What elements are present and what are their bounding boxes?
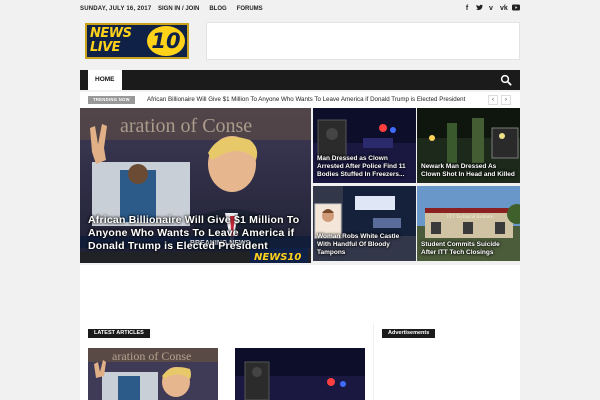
latest-articles-label: LATEST ARTICLES (88, 329, 150, 338)
sign-in-link[interactable]: SIGN IN / JOIN (158, 6, 199, 12)
latest-articles-section: LATEST ARTICLES aration of Conse (80, 323, 373, 400)
twitter-icon[interactable] (476, 4, 483, 15)
svg-text:aration of Conse: aration of Conse (120, 115, 252, 137)
header-ad-slot (206, 22, 520, 60)
ticker-next-icon[interactable]: › (501, 95, 511, 105)
ticker-prev-icon[interactable]: ‹ (488, 95, 498, 105)
tile-headline-3[interactable]: Woman Robs White Castle With Handful Of … (317, 233, 412, 257)
vimeo-icon[interactable]: v (488, 4, 494, 15)
tile-article-4[interactable]: ITT Technical Institute Student Commits … (417, 186, 520, 261)
latest-thumb-image-1: aration of Conse (88, 348, 218, 400)
logo-line-2: LIVE (90, 40, 121, 55)
current-date: SUNDAY, JULY 16, 2017 (80, 6, 152, 12)
svg-text:NEWS10: NEWS10 (254, 252, 301, 263)
nav-home[interactable]: HOME (88, 70, 122, 90)
tile-article-2[interactable]: Newark Man Dressed As Clown Shot In Head… (417, 108, 520, 183)
logo-number: 10 (147, 26, 185, 56)
tile-article-3[interactable]: Woman Robs White Castle With Handful Of … (313, 186, 416, 261)
svg-text:aration of Conse: aration of Conse (112, 349, 191, 363)
trending-label: TRENDING NOW (88, 96, 135, 104)
top-bar: SUNDAY, JULY 16, 2017 SIGN IN / JOIN BLO… (0, 0, 600, 20)
hero-headline[interactable]: African Billionaire Will Give $1 Million… (88, 214, 305, 253)
tile-headline-2[interactable]: Newark Man Dressed As Clown Shot In Head… (421, 163, 516, 179)
latest-article-thumb-1[interactable]: aration of Conse (88, 348, 218, 400)
logo-line-1: NEWS (90, 26, 132, 41)
trending-ticker: TRENDING NOW African Billionaire Will Gi… (80, 92, 520, 108)
tile-headline-1[interactable]: Man Dressed as Clown Arrested After Poli… (317, 155, 412, 179)
advertisements-label: Advertisements (382, 329, 436, 338)
vk-icon[interactable]: vk (500, 4, 508, 15)
blog-link[interactable]: BLOG (209, 6, 226, 12)
sidebar-section: Advertisements (374, 323, 520, 400)
site-logo[interactable]: NEWS LIVE 10 (85, 23, 189, 59)
youtube-icon[interactable] (512, 4, 520, 15)
social-links: f v vk (464, 4, 520, 15)
tile-article-1[interactable]: Man Dressed as Clown Arrested After Poli… (313, 108, 416, 183)
hero-article[interactable]: aration of Conse BREAKING NEWS NEWS10 Af… (80, 108, 311, 263)
latest-article-thumb-2[interactable] (235, 348, 365, 400)
main-nav: HOME (80, 70, 520, 90)
forums-link[interactable]: FORUMS (237, 6, 263, 12)
mid-ad-slot (80, 265, 520, 323)
latest-thumb-image-2 (235, 348, 365, 400)
search-icon[interactable] (500, 74, 512, 86)
top-links: SIGN IN / JOIN BLOG FORUMS (158, 6, 263, 12)
facebook-icon[interactable]: f (464, 4, 470, 15)
tile-headline-4[interactable]: Student Commits Suicide After ITT Tech C… (421, 241, 516, 257)
trending-headline[interactable]: African Billionaire Will Give $1 Million… (147, 96, 465, 104)
svg-text:ITT Technical Institute: ITT Technical Institute (447, 215, 494, 220)
